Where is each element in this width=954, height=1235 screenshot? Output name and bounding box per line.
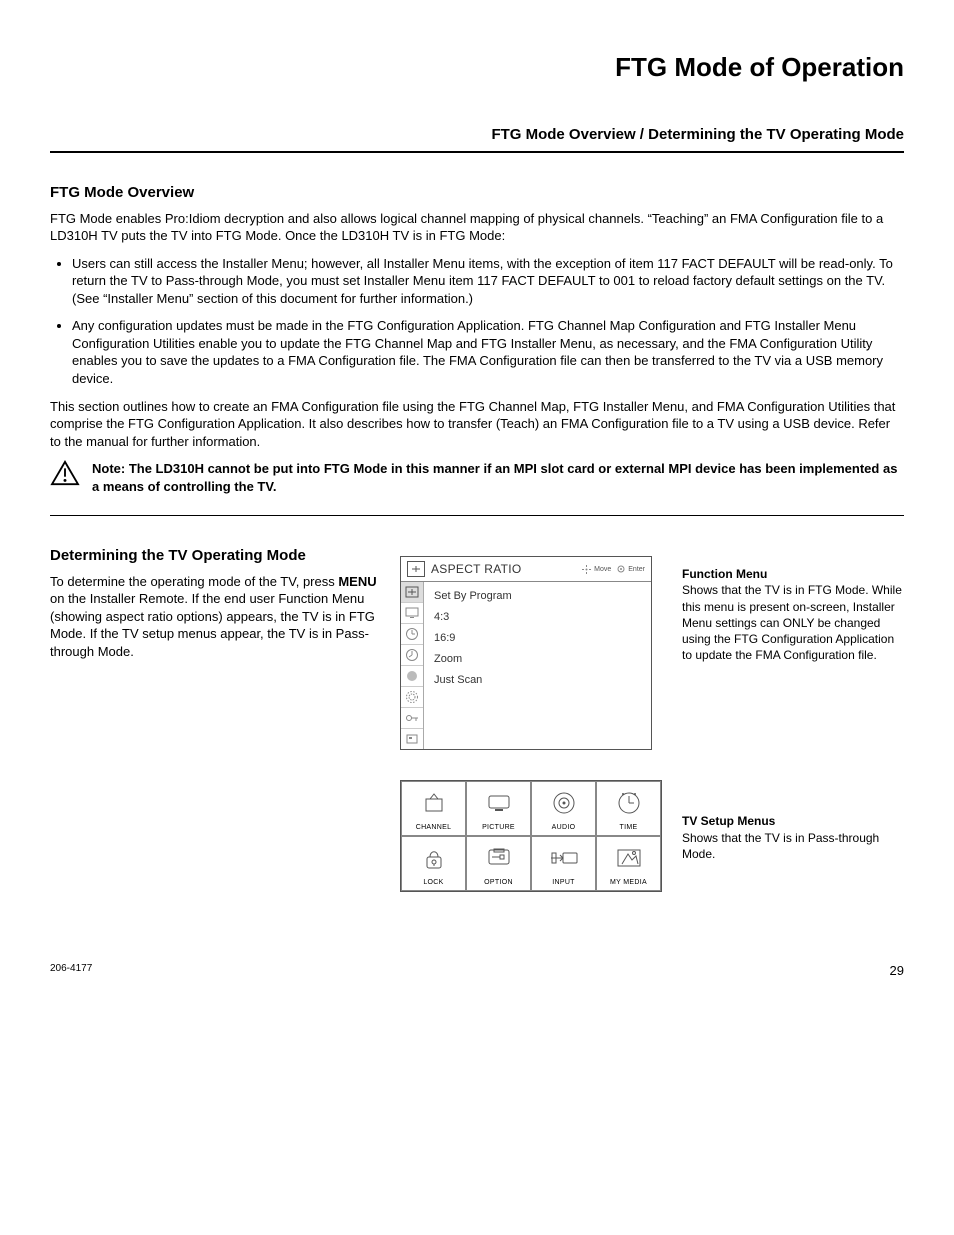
option-icon — [486, 837, 512, 878]
page-number: 29 — [890, 962, 904, 980]
hint-label: Move — [594, 565, 611, 574]
aspect-ratio-icon — [407, 561, 425, 577]
cell-label: CHANNEL — [416, 823, 452, 832]
setup-cell-option: OPTION — [466, 836, 531, 891]
cell-label: LOCK — [423, 878, 443, 887]
timer-icon — [401, 645, 423, 666]
divider-heavy — [50, 151, 904, 153]
function-menu-screenshot: ASPECT RATIO Move Enter — [400, 556, 652, 750]
list-item: 16:9 — [434, 628, 641, 649]
page-subheader: FTG Mode Overview / Determining the TV O… — [50, 125, 904, 145]
list-item: Zoom — [434, 649, 641, 670]
setup-cell-audio: AUDIO — [531, 781, 596, 836]
list-item: Set By Program — [434, 586, 641, 607]
cell-label: AUDIO — [552, 823, 576, 832]
setup-cell-picture: PICTURE — [466, 781, 531, 836]
function-menu-title: ASPECT RATIO — [431, 561, 576, 577]
settings-icon — [401, 687, 423, 708]
menu-key-label: MENU — [338, 574, 376, 589]
caption-text: Shows that the TV is in FTG Mode. While … — [682, 583, 902, 662]
function-menu-caption: Function Menu Shows that the TV is in FT… — [682, 566, 904, 663]
hint-enter: Enter — [617, 565, 645, 574]
setup-cell-mymedia: MY MEDIA — [596, 836, 661, 891]
caption-title: Function Menu — [682, 567, 767, 581]
setup-cell-input: INPUT — [531, 836, 596, 891]
overview-intro: FTG Mode enables Pro:Idiom decryption an… — [50, 210, 904, 245]
list-item: 4:3 — [434, 607, 641, 628]
cell-label: PICTURE — [482, 823, 515, 832]
determining-heading: Determining the TV Operating Mode — [50, 546, 380, 566]
overview-outro: This section outlines how to create an F… — [50, 398, 904, 451]
overview-heading: FTG Mode Overview — [50, 183, 904, 203]
picture-mode-icon — [401, 603, 423, 624]
time-icon — [616, 782, 642, 823]
cell-label: OPTION — [484, 878, 513, 887]
setup-cell-lock: LOCK — [401, 836, 466, 891]
setup-menus-caption: TV Setup Menus Shows that the TV is in P… — [682, 813, 904, 862]
determining-text: To determine the operating mode of the T… — [50, 573, 380, 661]
clock-icon — [401, 624, 423, 645]
channel-icon — [422, 782, 446, 823]
text-fragment: To determine the operating mode of the T… — [50, 574, 338, 589]
tv-setup-menus-screenshot: CHANNEL PICTURE AUDIO TIME LOCK OPTION — [400, 780, 662, 892]
list-item: Any conﬁguration updates must be made in… — [72, 317, 904, 387]
caption-title: TV Setup Menus — [682, 814, 775, 828]
list-item: Users can still access the Installer Men… — [72, 255, 904, 308]
hint-label: Enter — [628, 565, 645, 574]
divider-thin — [50, 515, 904, 516]
picture-icon — [486, 782, 512, 823]
input-icon — [549, 837, 579, 878]
list-item: Just Scan — [434, 670, 641, 691]
cell-label: TIME — [620, 823, 638, 832]
setup-cell-time: TIME — [596, 781, 661, 836]
lock-icon — [423, 837, 445, 878]
function-menu-sidebar — [401, 582, 424, 749]
doc-id: 206-4177 — [50, 962, 92, 980]
cell-label: INPUT — [552, 878, 575, 887]
mymedia-icon — [616, 837, 642, 878]
hint-move: Move — [582, 565, 611, 574]
audio-icon — [551, 782, 577, 823]
caption-text: Shows that the TV is in Pass-through Mod… — [682, 831, 879, 861]
aspect-ratio-icon — [401, 582, 423, 603]
note-text: Note: The LD310H cannot be put into FTG … — [92, 460, 904, 495]
page-title: FTG Mode of Operation — [50, 50, 904, 85]
usb-icon — [401, 729, 423, 749]
cell-label: MY MEDIA — [610, 878, 647, 887]
text-fragment: on the Installer Remote. If the end user… — [50, 591, 375, 659]
sleep-icon — [401, 666, 423, 687]
key-icon — [401, 708, 423, 729]
overview-bullet-list: Users can still access the Installer Men… — [50, 255, 904, 388]
note-row: Note: The LD310H cannot be put into FTG … — [50, 460, 904, 495]
function-menu-list: Set By Program 4:3 16:9 Zoom Just Scan — [424, 582, 651, 749]
setup-cell-channel: CHANNEL — [401, 781, 466, 836]
warning-icon — [50, 460, 80, 495]
